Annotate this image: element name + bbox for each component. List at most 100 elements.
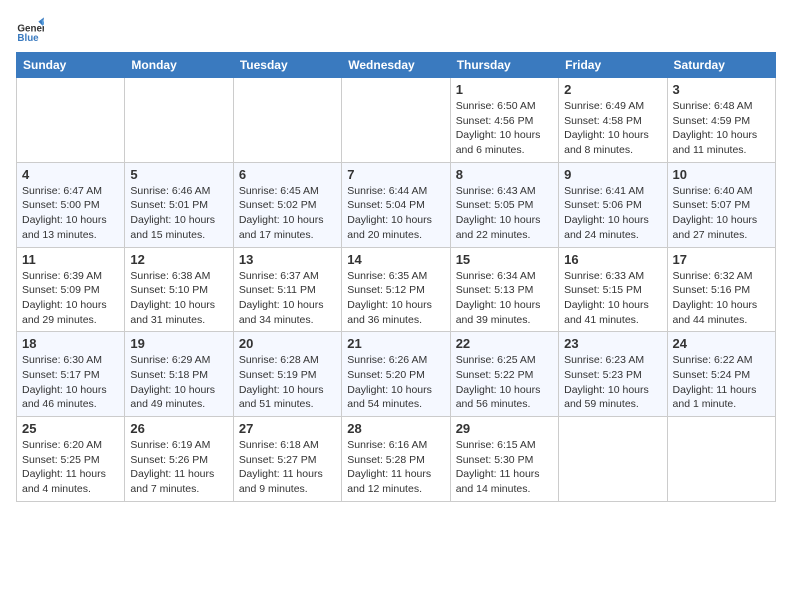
day-info: Sunrise: 6:30 AM Sunset: 5:17 PM Dayligh… xyxy=(22,353,119,412)
day-number: 12 xyxy=(130,252,227,267)
day-info: Sunrise: 6:32 AM Sunset: 5:16 PM Dayligh… xyxy=(673,269,770,328)
day-info: Sunrise: 6:41 AM Sunset: 5:06 PM Dayligh… xyxy=(564,184,661,243)
calendar-cell: 24 Sunrise: 6:22 AM Sunset: 5:24 PM Dayli… xyxy=(667,332,775,417)
calendar-cell: 9 Sunrise: 6:41 AM Sunset: 5:06 PM Daylig… xyxy=(559,162,667,247)
day-info: Sunrise: 6:19 AM Sunset: 5:26 PM Dayligh… xyxy=(130,438,227,497)
day-info: Sunrise: 6:22 AM Sunset: 5:24 PM Dayligh… xyxy=(673,353,770,412)
day-number: 19 xyxy=(130,336,227,351)
calendar-cell: 6 Sunrise: 6:45 AM Sunset: 5:02 PM Daylig… xyxy=(233,162,341,247)
day-info: Sunrise: 6:45 AM Sunset: 5:02 PM Dayligh… xyxy=(239,184,336,243)
day-number: 9 xyxy=(564,167,661,182)
day-number: 15 xyxy=(456,252,553,267)
day-number: 20 xyxy=(239,336,336,351)
weekday-header-saturday: Saturday xyxy=(667,53,775,78)
day-info: Sunrise: 6:33 AM Sunset: 5:15 PM Dayligh… xyxy=(564,269,661,328)
day-info: Sunrise: 6:25 AM Sunset: 5:22 PM Dayligh… xyxy=(456,353,553,412)
calendar-cell: 25 Sunrise: 6:20 AM Sunset: 5:25 PM Dayli… xyxy=(17,417,125,502)
svg-text:Blue: Blue xyxy=(17,33,39,44)
logo-icon: General Blue xyxy=(16,16,44,44)
day-number: 22 xyxy=(456,336,553,351)
calendar-cell xyxy=(667,417,775,502)
day-info: Sunrise: 6:15 AM Sunset: 5:30 PM Dayligh… xyxy=(456,438,553,497)
day-number: 28 xyxy=(347,421,444,436)
calendar-cell: 22 Sunrise: 6:25 AM Sunset: 5:22 PM Dayli… xyxy=(450,332,558,417)
day-info: Sunrise: 6:50 AM Sunset: 4:56 PM Dayligh… xyxy=(456,99,553,158)
day-number: 11 xyxy=(22,252,119,267)
calendar-cell: 19Sunrise: 6:29 AM Sunset: 5:18 PM Dayli… xyxy=(125,332,233,417)
logo: General Blue xyxy=(16,16,48,44)
calendar-week-5: 25 Sunrise: 6:20 AM Sunset: 5:25 PM Dayli… xyxy=(17,417,776,502)
calendar-header-row: SundayMondayTuesdayWednesdayThursdayFrid… xyxy=(17,53,776,78)
calendar-cell: 21 Sunrise: 6:26 AM Sunset: 5:20 PM Dayli… xyxy=(342,332,450,417)
day-number: 18 xyxy=(22,336,119,351)
calendar-cell: 12 Sunrise: 6:38 AM Sunset: 5:10 PM Dayli… xyxy=(125,247,233,332)
calendar-cell: 15 Sunrise: 6:34 AM Sunset: 5:13 PM Dayli… xyxy=(450,247,558,332)
weekday-header-sunday: Sunday xyxy=(17,53,125,78)
day-info: Sunrise: 6:40 AM Sunset: 5:07 PM Dayligh… xyxy=(673,184,770,243)
day-number: 4 xyxy=(22,167,119,182)
calendar-week-4: 18 Sunrise: 6:30 AM Sunset: 5:17 PM Dayli… xyxy=(17,332,776,417)
day-info: Sunrise: 6:37 AM Sunset: 5:11 PM Dayligh… xyxy=(239,269,336,328)
calendar-cell: 8 Sunrise: 6:43 AM Sunset: 5:05 PM Daylig… xyxy=(450,162,558,247)
day-info: Sunrise: 6:18 AM Sunset: 5:27 PM Dayligh… xyxy=(239,438,336,497)
calendar-cell: 29Sunrise: 6:15 AM Sunset: 5:30 PM Dayli… xyxy=(450,417,558,502)
calendar-cell xyxy=(233,78,341,163)
day-info: Sunrise: 6:49 AM Sunset: 4:58 PM Dayligh… xyxy=(564,99,661,158)
day-info: Sunrise: 6:47 AM Sunset: 5:00 PM Dayligh… xyxy=(22,184,119,243)
day-number: 25 xyxy=(22,421,119,436)
calendar-cell xyxy=(342,78,450,163)
day-number: 23 xyxy=(564,336,661,351)
calendar-cell: 26 Sunrise: 6:19 AM Sunset: 5:26 PM Dayli… xyxy=(125,417,233,502)
weekday-header-wednesday: Wednesday xyxy=(342,53,450,78)
day-number: 3 xyxy=(673,82,770,97)
calendar-cell xyxy=(125,78,233,163)
calendar-cell xyxy=(559,417,667,502)
day-number: 27 xyxy=(239,421,336,436)
weekday-header-friday: Friday xyxy=(559,53,667,78)
calendar-cell: 18 Sunrise: 6:30 AM Sunset: 5:17 PM Dayli… xyxy=(17,332,125,417)
calendar-cell: 20 Sunrise: 6:28 AM Sunset: 5:19 PM Dayli… xyxy=(233,332,341,417)
day-number: 6 xyxy=(239,167,336,182)
day-number: 14 xyxy=(347,252,444,267)
day-info: Sunrise: 6:28 AM Sunset: 5:19 PM Dayligh… xyxy=(239,353,336,412)
calendar-cell: 5 Sunrise: 6:46 AM Sunset: 5:01 PM Daylig… xyxy=(125,162,233,247)
day-number: 5 xyxy=(130,167,227,182)
calendar-cell: 14Sunrise: 6:35 AM Sunset: 5:12 PM Dayli… xyxy=(342,247,450,332)
calendar-cell: 3 Sunrise: 6:48 AM Sunset: 4:59 PM Daylig… xyxy=(667,78,775,163)
calendar-cell: 2 Sunrise: 6:49 AM Sunset: 4:58 PM Daylig… xyxy=(559,78,667,163)
day-number: 2 xyxy=(564,82,661,97)
calendar-week-2: 4 Sunrise: 6:47 AM Sunset: 5:00 PM Daylig… xyxy=(17,162,776,247)
calendar-cell: 23 Sunrise: 6:23 AM Sunset: 5:23 PM Dayli… xyxy=(559,332,667,417)
day-number: 24 xyxy=(673,336,770,351)
calendar-cell: 17Sunrise: 6:32 AM Sunset: 5:16 PM Dayli… xyxy=(667,247,775,332)
weekday-header-monday: Monday xyxy=(125,53,233,78)
calendar-cell: 16 Sunrise: 6:33 AM Sunset: 5:15 PM Dayli… xyxy=(559,247,667,332)
calendar-week-1: 1 Sunrise: 6:50 AM Sunset: 4:56 PM Daylig… xyxy=(17,78,776,163)
day-info: Sunrise: 6:34 AM Sunset: 5:13 PM Dayligh… xyxy=(456,269,553,328)
calendar-cell: 10 Sunrise: 6:40 AM Sunset: 5:07 PM Dayli… xyxy=(667,162,775,247)
day-number: 1 xyxy=(456,82,553,97)
day-info: Sunrise: 6:38 AM Sunset: 5:10 PM Dayligh… xyxy=(130,269,227,328)
calendar-cell: 28Sunrise: 6:16 AM Sunset: 5:28 PM Dayli… xyxy=(342,417,450,502)
weekday-header-tuesday: Tuesday xyxy=(233,53,341,78)
day-info: Sunrise: 6:48 AM Sunset: 4:59 PM Dayligh… xyxy=(673,99,770,158)
day-number: 16 xyxy=(564,252,661,267)
day-number: 8 xyxy=(456,167,553,182)
day-number: 26 xyxy=(130,421,227,436)
day-info: Sunrise: 6:43 AM Sunset: 5:05 PM Dayligh… xyxy=(456,184,553,243)
day-info: Sunrise: 6:26 AM Sunset: 5:20 PM Dayligh… xyxy=(347,353,444,412)
calendar-cell: 1 Sunrise: 6:50 AM Sunset: 4:56 PM Daylig… xyxy=(450,78,558,163)
day-number: 10 xyxy=(673,167,770,182)
day-number: 21 xyxy=(347,336,444,351)
weekday-header-thursday: Thursday xyxy=(450,53,558,78)
calendar-cell: 11Sunrise: 6:39 AM Sunset: 5:09 PM Dayli… xyxy=(17,247,125,332)
day-number: 7 xyxy=(347,167,444,182)
day-info: Sunrise: 6:44 AM Sunset: 5:04 PM Dayligh… xyxy=(347,184,444,243)
calendar-table: SundayMondayTuesdayWednesdayThursdayFrid… xyxy=(16,52,776,502)
day-info: Sunrise: 6:20 AM Sunset: 5:25 PM Dayligh… xyxy=(22,438,119,497)
day-info: Sunrise: 6:46 AM Sunset: 5:01 PM Dayligh… xyxy=(130,184,227,243)
calendar-cell: 4 Sunrise: 6:47 AM Sunset: 5:00 PM Daylig… xyxy=(17,162,125,247)
calendar-cell: 7 Sunrise: 6:44 AM Sunset: 5:04 PM Daylig… xyxy=(342,162,450,247)
page-header: General Blue xyxy=(16,16,776,44)
day-info: Sunrise: 6:23 AM Sunset: 5:23 PM Dayligh… xyxy=(564,353,661,412)
